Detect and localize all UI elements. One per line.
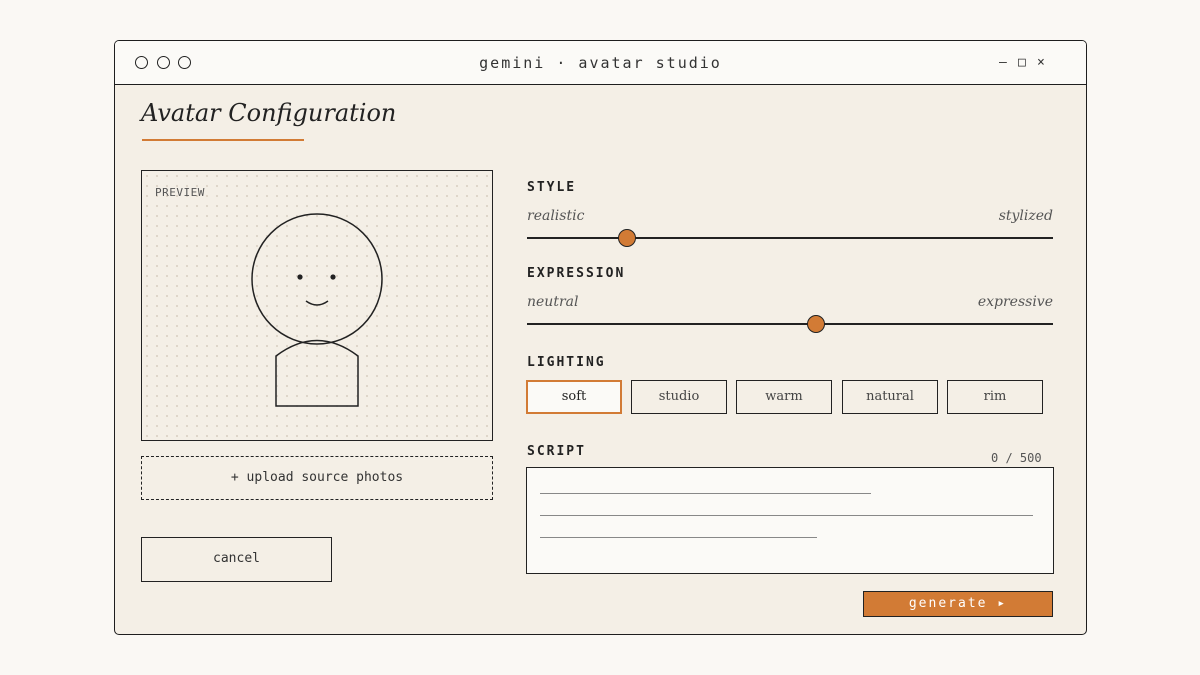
title-bar: gemini · avatar studio — □ × [115,41,1086,85]
lighting-option-studio[interactable]: studio [631,380,727,414]
expression-max-label: expressive [977,294,1053,310]
generate-button[interactable]: generate ▸ [863,591,1053,617]
maximize-icon[interactable]: □ [1018,55,1026,71]
script-placeholder-line [540,515,1033,516]
lighting-option-soft[interactable]: soft [526,380,622,414]
avatar-figure-icon [251,213,383,407]
lighting-option-rim[interactable]: rim [947,380,1043,414]
style-label: STYLE [527,180,577,195]
lighting-option-natural[interactable]: natural [842,380,938,414]
style-min-label: realistic [527,208,585,224]
window-title: gemini · avatar studio [479,54,722,72]
style-max-label: stylized [998,208,1053,224]
style-slider-thumb[interactable] [617,229,636,247]
expression-slider-thumb[interactable] [807,315,826,333]
lighting-option-warm[interactable]: warm [736,380,832,414]
script-input[interactable] [526,467,1054,574]
script-character-counter: 0 / 500 [991,451,1042,465]
script-label: SCRIPT [527,444,586,459]
script-placeholder-line [540,493,871,494]
style-slider-track[interactable] [527,237,1053,239]
title-underline [142,139,304,141]
script-placeholder-line [540,537,817,538]
upload-source-photos-button[interactable]: + upload source photos [141,456,493,500]
close-icon[interactable]: × [1037,55,1045,71]
expression-label: EXPRESSION [527,266,626,281]
minimize-icon[interactable]: — [999,55,1007,71]
lighting-label: LIGHTING [527,355,606,370]
cancel-button[interactable]: cancel [141,537,332,582]
expression-min-label: neutral [527,294,579,310]
avatar-preview: PREVIEW [141,170,493,441]
app-window: gemini · avatar studio — □ × Avatar Conf… [114,40,1087,635]
page-title: Avatar Configuration [141,99,397,127]
expression-slider-track[interactable] [527,323,1053,325]
